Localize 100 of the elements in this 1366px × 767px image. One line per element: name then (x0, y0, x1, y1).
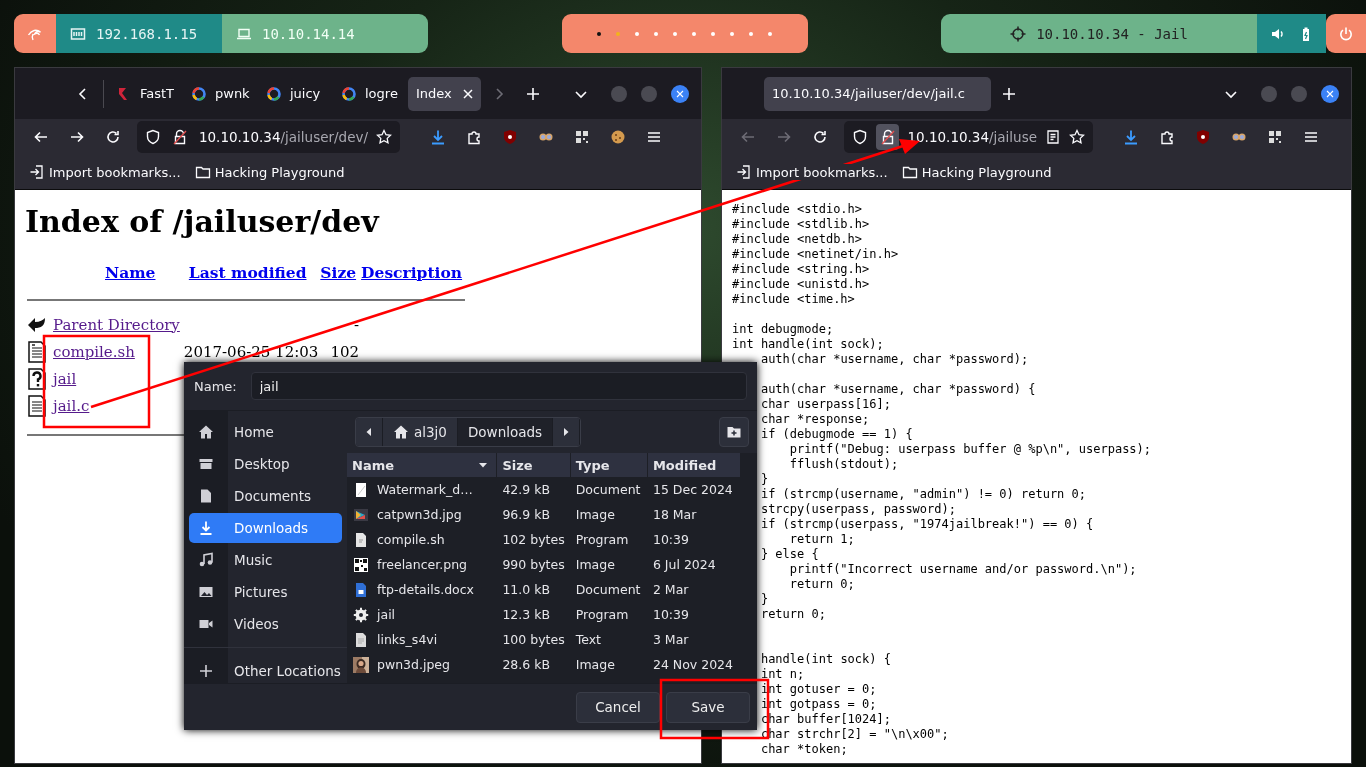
file-row[interactable]: links_s4vi 100 bytes Text 3 Mar (347, 627, 741, 652)
reader-view-icon[interactable] (1045, 129, 1061, 145)
path-segment[interactable]: Downloads (457, 418, 554, 446)
sidebar-item[interactable]: Pictures (189, 577, 342, 607)
bookmark[interactable]: Import bookmarks... (29, 164, 181, 180)
bookmark-star-icon[interactable] (376, 129, 392, 145)
menu-icon[interactable] (1303, 129, 1319, 145)
launcher-button[interactable] (14, 14, 56, 53)
power-button[interactable] (1326, 14, 1366, 53)
shield-extension-icon[interactable] (502, 129, 518, 145)
code-line: int n; (760, 667, 805, 681)
file-link[interactable]: jail (53, 369, 77, 388)
bookmark[interactable]: Hacking Playground (901, 164, 1052, 180)
workspace-dot[interactable] (730, 31, 734, 36)
column-header[interactable]: Type (570, 453, 648, 477)
browser-tab[interactable]: FastT (108, 76, 181, 111)
back-icon[interactable] (33, 129, 49, 145)
image-thumbnail-icon (353, 506, 369, 523)
code-line: if (debugmode == 1) { (760, 427, 913, 441)
file-size: 42.9 kB (502, 482, 551, 497)
file-link[interactable]: compile.sh (53, 342, 135, 361)
file-row[interactable]: compile.sh 102 bytes Program 10:39 (347, 527, 741, 552)
shield-extension-icon[interactable] (1195, 129, 1211, 145)
sidebar-item[interactable]: Other Locations (189, 656, 342, 686)
column-link[interactable]: Size (320, 263, 357, 282)
browser-tab[interactable]: Index (408, 76, 481, 111)
bookmark[interactable]: Import bookmarks... (736, 164, 888, 180)
browser-tab[interactable]: pwnk (183, 76, 256, 111)
name-field[interactable]: jail (250, 372, 747, 400)
reload-icon[interactable] (812, 129, 828, 145)
sidebar-item[interactable]: Home (189, 417, 342, 447)
browser-tab[interactable]: logre (333, 76, 406, 111)
new-folder-button[interactable] (719, 417, 749, 447)
workspace-dot[interactable] (673, 31, 677, 36)
home-icon (198, 424, 214, 440)
shield-icon[interactable] (852, 129, 868, 145)
file-size: 102 bytes (502, 532, 565, 547)
workspace-dot[interactable] (692, 31, 696, 36)
bookmark-star-icon[interactable] (1069, 129, 1085, 145)
save-button[interactable]: Save (666, 691, 750, 723)
download-icon[interactable] (1123, 129, 1139, 145)
insecure-lock-icon[interactable] (171, 129, 188, 145)
column-link[interactable]: Last modified (188, 263, 307, 282)
browser-tab[interactable]: juicy (258, 76, 331, 111)
menu-icon[interactable] (646, 129, 662, 145)
sidebar-item[interactable]: Music (189, 545, 342, 575)
column-link[interactable]: Description (361, 263, 463, 282)
path-segment[interactable]: al3j0 (383, 418, 458, 446)
file-row[interactable]: Watermark_d… 42.9 kB Document 15 Dec 2024 (347, 477, 741, 502)
code-line: #include <string.h> (732, 262, 870, 276)
documents-icon (198, 488, 214, 504)
file-row[interactable]: catpwn3d.jpg 96.9 kB Image 18 Mar (347, 502, 741, 527)
column-header[interactable]: Name (347, 453, 498, 477)
browser-tab[interactable]: 10.10.10.34/jailuser/dev/jail.c (764, 76, 991, 111)
puzzle-icon[interactable] (466, 129, 482, 145)
address-bar[interactable]: 10.10.10.34/jailuse (844, 121, 1093, 153)
code-line: } (760, 592, 769, 606)
file-modified: 2 Mar (652, 582, 689, 597)
file-link[interactable]: jail.c (53, 396, 90, 415)
sidebar-item[interactable]: Desktop (189, 449, 342, 479)
new-tab-icon[interactable] (525, 85, 541, 102)
file-row[interactable]: ftp-details.docx 11.0 kB Document 2 Mar (347, 577, 741, 602)
shield-icon[interactable] (145, 129, 161, 145)
page-heading: Index of /jailuser/dev (25, 204, 381, 239)
forward-icon[interactable] (69, 129, 85, 145)
file-row[interactable]: pwn3d.jpeg 28.6 kB Image 24 Nov 2024 (347, 652, 741, 677)
column-link[interactable]: Name (105, 263, 156, 282)
code-line: printf("Debug: userpass buffer @ %p\n", userpass); (789, 442, 1152, 456)
qr-code-icon[interactable] (574, 129, 590, 145)
qr-code-icon[interactable] (1267, 129, 1283, 145)
puzzle-icon[interactable] (1159, 129, 1175, 145)
download-icon[interactable] (430, 129, 446, 145)
file-row[interactable]: jail 12.3 kB Program 10:39 (347, 602, 741, 627)
file-type: Image (575, 557, 615, 572)
workspace-dot[interactable] (768, 31, 772, 36)
new-tab-icon[interactable] (1001, 85, 1017, 102)
workspace-dot[interactable] (711, 31, 715, 36)
address-bar[interactable]: 10.10.10.34/jailuser/dev/ (137, 121, 400, 153)
code-line: #include <stdio.h> (732, 202, 863, 216)
workspace-dot[interactable] (654, 31, 658, 36)
file-modified: 18 Mar (652, 507, 697, 522)
workspace-dot[interactable] (616, 31, 620, 36)
cancel-button[interactable]: Cancel (576, 691, 660, 723)
workspace-dot[interactable] (749, 31, 753, 36)
code-line: if (strcmp(username, "admin") != 0) return 0; (760, 487, 1086, 501)
reload-icon[interactable] (105, 129, 121, 145)
workspace-dot[interactable] (597, 31, 601, 36)
insecure-lock-icon[interactable] (879, 129, 896, 145)
file-row[interactable]: freelancer.png 990 bytes Image 6 Jul 2024 (347, 552, 741, 577)
code-line: printf("Incorrect username and/or password.\n"); (789, 562, 1137, 576)
workspace-dot[interactable] (635, 31, 639, 36)
cookie-icon[interactable] (610, 129, 626, 145)
sidebar-item[interactable]: Downloads (189, 513, 342, 543)
file-link[interactable]: Parent Directory (53, 315, 180, 334)
sidebar-item[interactable]: Documents (189, 481, 342, 511)
bookmark[interactable]: Hacking Playground (194, 164, 345, 180)
column-header[interactable]: Modified (647, 453, 741, 477)
favicon-icon (341, 85, 357, 102)
column-header[interactable]: Size (497, 453, 571, 477)
sidebar-item[interactable]: Videos (189, 609, 342, 639)
